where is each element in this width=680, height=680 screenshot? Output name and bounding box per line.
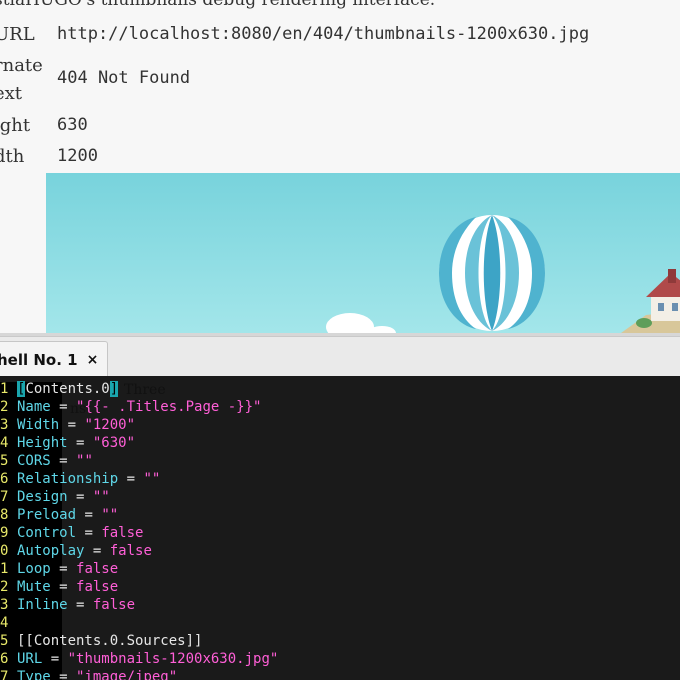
code-line: 2 Name = "{{- .Titles.Page -}}": [0, 398, 261, 416]
line-number: 1: [0, 381, 9, 397]
house-graphic: [621, 269, 680, 333]
code-token: "": [101, 507, 119, 523]
code-token: =: [59, 417, 85, 433]
line-number: 7: [0, 669, 9, 680]
overlay-text: Three: [124, 382, 166, 398]
code-token: =: [67, 597, 93, 613]
code-line: 2 Mute = false: [0, 578, 118, 596]
line-number: 5: [0, 633, 9, 649]
url-value: http://localhost:8080/en/404/thumbnails-…: [57, 24, 590, 44]
code-token: =: [67, 489, 93, 505]
code-token: Width: [17, 417, 60, 433]
code-token: =: [118, 471, 144, 487]
code-token: "thumbnails-1200x630.jpg": [67, 651, 279, 667]
url-label: URL: [0, 24, 35, 45]
code-token: false: [109, 543, 152, 559]
code-token: =: [50, 453, 77, 469]
height-label: ight: [0, 115, 31, 136]
tab-title: hell No. 1: [0, 351, 78, 369]
width-label: dth: [0, 146, 25, 167]
code-line: 1 [Contents.0]: [0, 380, 119, 398]
code-token: CORS: [17, 453, 51, 469]
line-number: 2: [0, 579, 9, 595]
code-line: 5 [[Contents.0.Sources]]: [0, 632, 202, 650]
code-token: "630": [92, 435, 136, 451]
line-number: 0: [0, 543, 9, 559]
code-token: Loop: [17, 561, 51, 577]
code-token: "": [92, 489, 110, 505]
intro-text: stiaHUGO's thumbnails debug rendering in…: [0, 0, 436, 10]
code-token: Mute: [17, 579, 51, 595]
code-token: Type: [17, 669, 51, 680]
code-line: 9 Control = false: [0, 524, 143, 542]
code-token: =: [76, 507, 102, 523]
code-token: =: [50, 669, 77, 680]
code-line: 4: [0, 614, 17, 632]
code-token: Autoplay: [17, 543, 85, 559]
code-token: Preload: [17, 507, 77, 523]
code-token: false: [92, 597, 136, 613]
code-token: Contents.0: [25, 381, 110, 397]
thumbnail-image: [46, 173, 680, 333]
balloon-graphic: [439, 215, 545, 331]
code-token: Inline: [17, 597, 68, 613]
tab-shell-1[interactable]: hell No. 1 ×: [0, 341, 108, 378]
overlay-text: ns: [70, 401, 87, 417]
code-token: =: [84, 543, 110, 559]
line-number: 3: [0, 417, 9, 433]
code-token: false: [76, 561, 119, 577]
close-icon[interactable]: ×: [87, 352, 99, 368]
code-token: =: [50, 561, 77, 577]
line-number: 2: [0, 399, 9, 415]
browser-viewport: stiaHUGO's thumbnails debug rendering in…: [0, 0, 680, 336]
line-number: 3: [0, 597, 9, 613]
code-token: "1200": [84, 417, 136, 433]
code-token: Name: [17, 399, 51, 415]
code-line: 6 Relationship = "": [0, 470, 160, 488]
code-token: false: [101, 525, 144, 541]
code-line: 4 Height = "630": [0, 434, 135, 452]
code-line: 7 Design = "": [0, 488, 110, 506]
line-number: 1: [0, 561, 9, 577]
code-token: false: [76, 579, 119, 595]
code-line: 6 URL = "thumbnails-1200x630.jpg": [0, 650, 278, 668]
code-token: Control: [17, 525, 77, 541]
line-number: 4: [0, 615, 9, 631]
alternate-text-value: 404 Not Found: [57, 68, 191, 88]
code-token: =: [67, 435, 93, 451]
code-line: 1 Loop = false: [0, 560, 118, 578]
code-line: 5 CORS = "": [0, 452, 93, 470]
alternate-text-label: rnate: [0, 55, 43, 76]
line-number: 9: [0, 525, 9, 541]
code-line: 3 Width = "1200": [0, 416, 135, 434]
code-token: URL: [17, 651, 43, 667]
code-token: "{{- .Titles.Page -}}": [76, 399, 262, 415]
line-number: 7: [0, 489, 9, 505]
code-token: =: [76, 525, 102, 541]
height-value: 630: [57, 115, 88, 135]
code-token: "": [143, 471, 161, 487]
code-token: "": [76, 453, 93, 469]
terminal-tab-bar: hell No. 1 ×: [0, 336, 680, 378]
width-value: 1200: [57, 146, 98, 166]
alternate-text-label-line2: ext: [0, 83, 23, 104]
code-token: Relationship: [17, 471, 119, 487]
code-line: 8 Preload = "": [0, 506, 118, 524]
code-token: =: [42, 651, 68, 667]
code-line: 3 Inline = false: [0, 596, 135, 614]
code-token: [[Contents.0.Sources]]: [17, 633, 203, 649]
code-token: "image/jpeg": [76, 669, 178, 680]
code-token: Height: [17, 435, 68, 451]
code-line: 0 Autoplay = false: [0, 542, 152, 560]
line-number: 8: [0, 507, 9, 523]
code-line: 7 Type = "image/jpeg": [0, 668, 177, 680]
cursor-char: ]: [109, 381, 119, 397]
code-token: =: [50, 579, 77, 595]
line-number: 4: [0, 435, 9, 451]
line-number: 6: [0, 471, 9, 487]
line-number: 5: [0, 453, 9, 469]
terminal-pane[interactable]: 1 [Contents.0] 2 Name = "{{- .Titles.Page -…: [0, 376, 680, 680]
line-number: 6: [0, 651, 9, 667]
code-token: Design: [17, 489, 68, 505]
